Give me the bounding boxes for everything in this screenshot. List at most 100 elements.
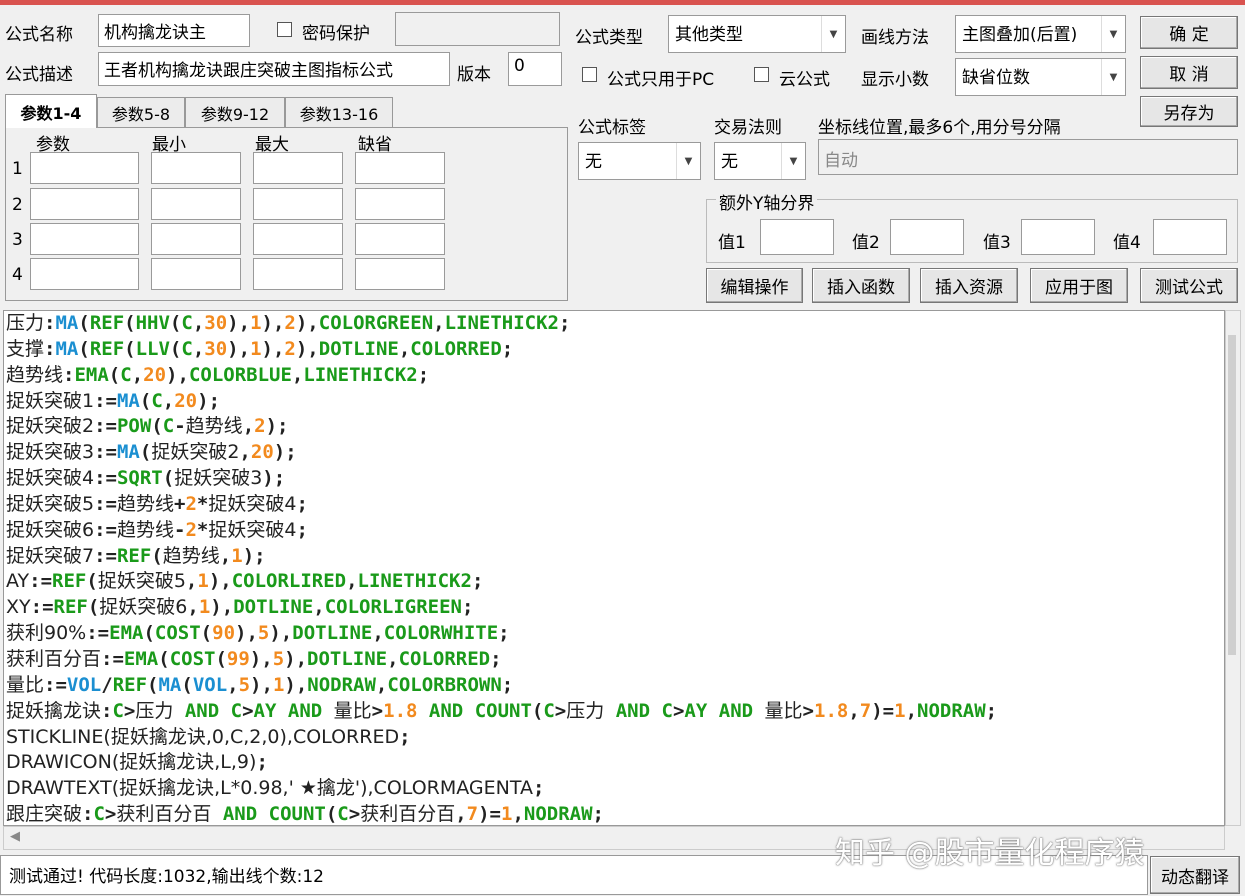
version-label: 版本 — [457, 65, 491, 85]
decimal-select[interactable]: 缺省位数 ▼ — [955, 58, 1126, 96]
code-token: ), — [250, 673, 273, 696]
code-token: 趋势线 — [116, 518, 174, 541]
version-input[interactable]: 0 — [508, 52, 562, 86]
y-value-3-input[interactable] — [1021, 219, 1095, 255]
code-token: , — [192, 337, 205, 360]
param-input-name[interactable] — [30, 152, 139, 184]
ok-button[interactable]: 确 定 — [1140, 16, 1238, 49]
code-line: AY:=REF(捉妖突破5,1),COLORLIRED,LINETHICK2; — [6, 569, 1224, 595]
code-token: 捉妖突破3 — [174, 467, 263, 490]
cancel-button[interactable]: 取 消 — [1140, 56, 1238, 89]
formula-type-select[interactable]: 其他类型 ▼ — [668, 15, 846, 53]
param-input-default[interactable] — [355, 188, 445, 220]
axis-position-input: 自动 — [818, 139, 1238, 175]
code-token: > — [242, 699, 254, 722]
param-input-max[interactable] — [253, 152, 343, 184]
code-variable-name: 捉妖擒龙诀 — [6, 699, 102, 722]
formula-name-input[interactable]: 机构擒龙诀主 — [98, 14, 250, 47]
code-variable-name: DRAWTEXT(捉妖擒龙诀,L*0.98,' ★擒龙'),COLORMAGEN… — [6, 777, 533, 800]
code-token: ( — [325, 803, 338, 826]
trade-rule-select[interactable]: 无 ▼ — [714, 142, 806, 180]
param-input-min[interactable] — [151, 223, 241, 255]
param-input-default[interactable] — [355, 223, 445, 255]
insert-function-button[interactable]: 插入函数 — [812, 268, 910, 303]
tab-params-9-12[interactable]: 参数9-12 — [185, 97, 285, 127]
formula-desc-label: 公式描述 — [5, 65, 73, 85]
code-token: LLV — [135, 337, 170, 360]
param-input-min[interactable] — [151, 258, 241, 290]
code-token: LINETHICK2 — [303, 363, 418, 386]
code-variable-name: 捉妖突破1 — [6, 389, 95, 412]
param-input-min[interactable] — [151, 188, 241, 220]
tab-params-1-4[interactable]: 参数1-4 — [5, 94, 97, 128]
code-token: ( — [139, 389, 152, 412]
vertical-scrollbar-thumb[interactable] — [1228, 335, 1236, 655]
y-value-4-input[interactable] — [1153, 219, 1227, 255]
code-token: ; — [417, 363, 430, 386]
code-variable-name: XY — [6, 596, 31, 619]
code-line: 支撑:MA(REF(LLV(C,30),1),2),DOTLINE,COLORR… — [6, 337, 1224, 363]
code-token: COUNT — [268, 803, 326, 826]
tab-params-5-8[interactable]: 参数5-8 — [97, 97, 185, 127]
param-input-name[interactable] — [30, 258, 139, 290]
code-token: ; — [501, 673, 514, 696]
edit-operation-button[interactable]: 编辑操作 — [706, 268, 803, 303]
code-token: > — [554, 699, 567, 722]
param-input-name[interactable] — [30, 188, 139, 220]
password-checkbox[interactable] — [277, 22, 292, 37]
draw-method-select[interactable]: 主图叠加(后置) ▼ — [955, 15, 1126, 53]
code-token: DOTLINE — [292, 622, 373, 645]
code-token: ), — [208, 570, 232, 593]
code-variable-name: 捉妖突破3 — [6, 441, 95, 464]
y-value-2-input[interactable] — [890, 219, 964, 255]
axis-position-label: 坐标线位置,最多6个,用分号分隔 — [818, 118, 1061, 138]
code-token: > — [672, 699, 685, 722]
tab-params-13-16[interactable]: 参数13-16 — [285, 97, 393, 127]
param-input-max[interactable] — [253, 258, 343, 290]
code-token: ); — [242, 544, 266, 567]
code-token: NODRAW — [917, 699, 986, 722]
code-token: ), — [235, 622, 258, 645]
apply-to-chart-button[interactable]: 应用于图 — [1030, 268, 1128, 303]
param-input-max[interactable] — [253, 223, 343, 255]
code-token: ; — [532, 777, 545, 800]
formula-tag-select[interactable]: 无 ▼ — [578, 142, 701, 180]
param-input-max[interactable] — [253, 188, 343, 220]
code-token: ), — [295, 312, 319, 334]
test-formula-button[interactable]: 测试公式 — [1140, 268, 1238, 303]
code-token: ( — [124, 312, 136, 334]
param-input-name[interactable] — [30, 223, 139, 255]
param-input-min[interactable] — [151, 152, 241, 184]
cloud-checkbox[interactable] — [754, 67, 769, 82]
code-token: AY — [684, 699, 708, 722]
param-input-default[interactable] — [355, 258, 445, 290]
code-line: 获利百分百:=EMA(COST(99),5),DOTLINE,COLORRED; — [6, 647, 1224, 673]
code-token: AND — [428, 699, 464, 722]
code-token: 1 — [250, 337, 262, 360]
code-token: ; — [985, 699, 998, 722]
pc-only-checkbox[interactable] — [582, 67, 597, 82]
code-token: ), — [227, 337, 251, 360]
save-as-button[interactable]: 另存为 — [1140, 96, 1238, 127]
code-token: ; — [498, 622, 510, 645]
code-token: POW — [116, 415, 152, 438]
code-token: ( — [124, 337, 136, 360]
code-token: 2 — [254, 415, 266, 438]
code-token: , — [433, 312, 445, 334]
dynamic-translate-button[interactable]: 动态翻译 — [1150, 856, 1240, 894]
code-editor[interactable]: 压力:MA(REF(HHV(C,30),1),2),COLORGREEN,LIN… — [3, 310, 1225, 826]
chevron-down-icon: ▼ — [1101, 59, 1125, 95]
code-token: MA — [116, 441, 140, 464]
code-variable-name: DRAWICON(捉妖擒龙诀,L,9) — [6, 751, 257, 774]
code-token: MA — [158, 673, 182, 696]
y-value-1-input[interactable] — [760, 219, 834, 255]
code-token: 90 — [212, 622, 236, 645]
scroll-left-arrow-icon[interactable]: ◀ — [10, 829, 20, 844]
code-variable-name: 获利百分百 — [6, 647, 102, 670]
formula-desc-input[interactable]: 王者机构擒龙诀跟庄突破主图指标公式 — [98, 52, 450, 86]
code-variable-name: 捉妖突破7 — [6, 544, 95, 567]
code-token: , — [455, 803, 467, 826]
code-token: C — [112, 699, 124, 722]
param-input-default[interactable] — [355, 152, 445, 184]
insert-resource-button[interactable]: 插入资源 — [920, 268, 1018, 303]
